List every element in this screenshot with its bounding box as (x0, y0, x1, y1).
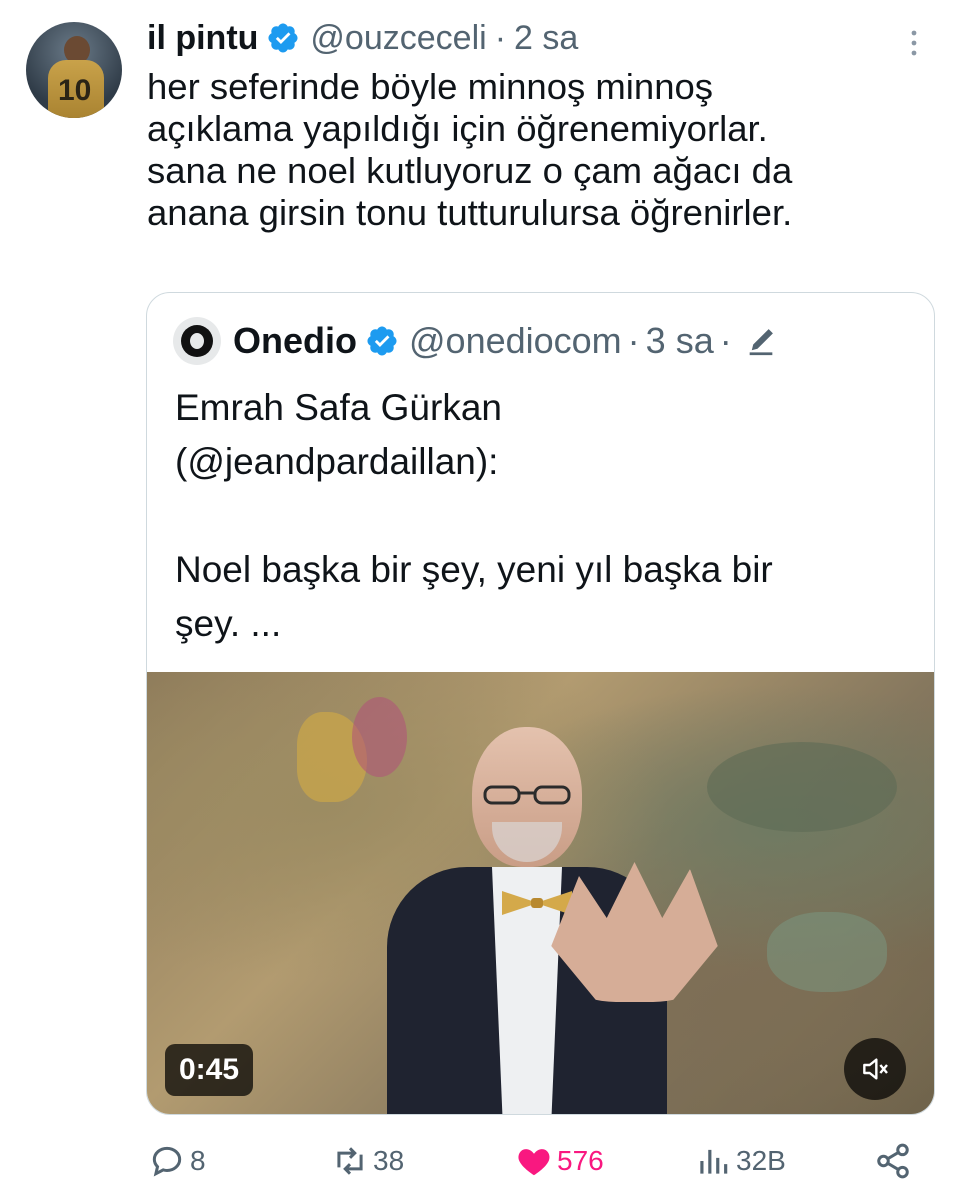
quoted-tweet[interactable]: Onedio @onediocom · 3 sa · Emrah Safa Gü… (146, 292, 935, 1115)
separator-dot: · (719, 320, 732, 361)
video-duration: 0:45 (165, 1044, 254, 1096)
retweet-button[interactable]: 38 (331, 1142, 404, 1180)
quote-author-name[interactable]: Onedio (233, 320, 357, 362)
separator-dot: · (627, 320, 640, 361)
tweet-header: il pintu @ouzceceli · 2 sa (147, 18, 578, 58)
map-region (707, 742, 897, 832)
quote-header: Onedio @onediocom · 3 sa · (173, 315, 778, 367)
mute-icon (863, 1058, 888, 1080)
quote-text: Emrah Safa Gürkan (@jeandpardaillan): No… (175, 387, 773, 644)
reply-button[interactable]: 8 (148, 1142, 206, 1180)
action-bar: 8 38 576 32B (148, 1138, 928, 1188)
tweet-time[interactable]: 2 sa (514, 19, 578, 58)
reply-icon (152, 1146, 182, 1177)
quote-author-handle[interactable]: @onediocom (409, 320, 622, 362)
map-region (352, 697, 407, 777)
share-button[interactable] (874, 1142, 916, 1180)
quote-avatar[interactable] (173, 317, 221, 365)
views-icon (700, 1149, 728, 1174)
views-button[interactable]: 32B (694, 1142, 786, 1180)
author-handle[interactable]: @ouzceceli (310, 19, 486, 58)
separator-dot: · (494, 18, 507, 57)
views-count: 32B (736, 1145, 786, 1176)
share-icon (877, 1143, 909, 1179)
author-name[interactable]: il pintu (147, 19, 258, 58)
reply-count: 8 (190, 1145, 206, 1176)
verified-badge-icon (268, 23, 298, 53)
more-vertical-icon[interactable] (906, 28, 922, 58)
video-player[interactable]: 0:45 (147, 672, 934, 1114)
author-avatar[interactable]: 10 (26, 22, 122, 118)
like-icon (518, 1149, 550, 1176)
map-region (767, 912, 887, 992)
mute-button[interactable] (844, 1038, 906, 1100)
avatar-jersey-number: 10 (58, 74, 92, 107)
retweet-icon (337, 1147, 363, 1175)
retweet-count: 38 (373, 1145, 405, 1176)
like-button[interactable]: 576 (515, 1142, 604, 1180)
tweet-text: her seferinde böyle minnoş minnoş açıkla… (147, 66, 793, 233)
bowtie-icon (502, 891, 572, 915)
quote-time[interactable]: 3 sa (646, 320, 714, 362)
verified-badge-icon (367, 326, 397, 356)
glasses-icon (483, 785, 571, 805)
onedio-logo-icon (181, 325, 213, 357)
like-count: 576 (557, 1145, 604, 1176)
edit-icon[interactable] (744, 324, 778, 358)
